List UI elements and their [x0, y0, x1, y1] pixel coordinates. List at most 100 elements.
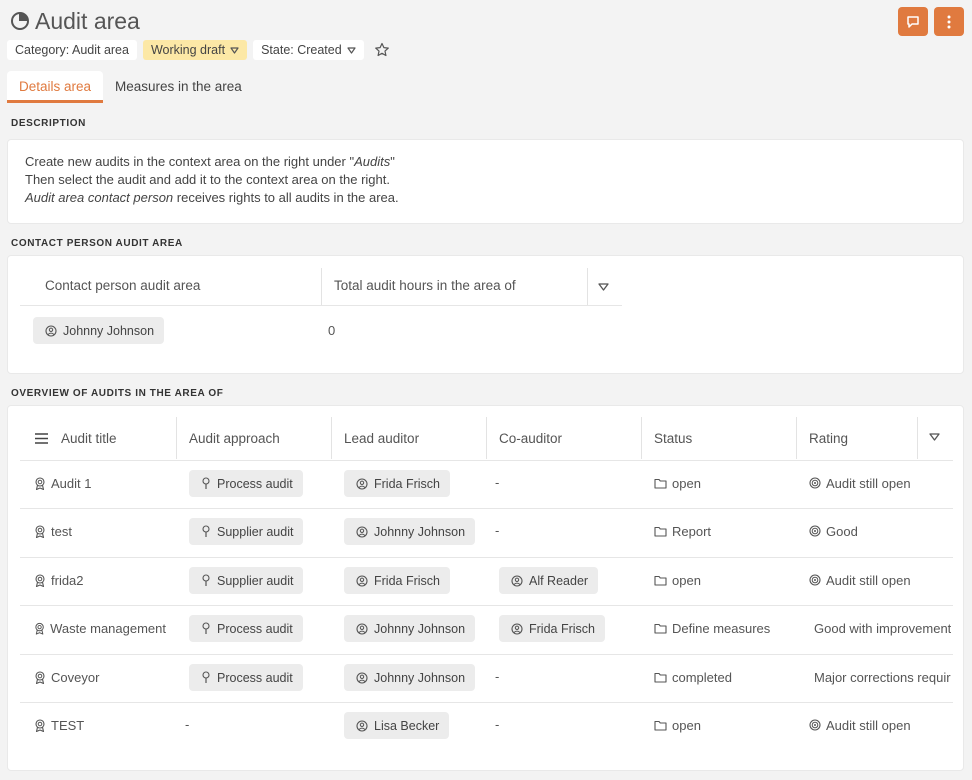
target-icon [809, 525, 821, 537]
lead-auditor-pill[interactable]: Frida Frisch [344, 567, 450, 594]
row-divider [20, 508, 953, 509]
row-divider [20, 605, 953, 606]
user-circle-icon [356, 574, 368, 587]
co-auditor-cell: - [495, 523, 500, 538]
user-circle-icon [45, 324, 57, 337]
status-cell-label: open [672, 475, 701, 491]
audit-approach-pill[interactable]: Supplier audit [189, 567, 304, 594]
hamburger-menu-icon[interactable] [35, 433, 48, 444]
column-menu-icon[interactable] [929, 433, 940, 441]
draft-chip-label: Working draft [150, 43, 226, 57]
rating-cell-label: Audit still open [826, 572, 911, 588]
col-audit-title[interactable]: Audit title [61, 431, 117, 446]
contact-person-name: Johnny Johnson [63, 323, 155, 338]
audit-approach-pill[interactable]: Process audit [189, 615, 303, 642]
rating-cell: Good [809, 522, 951, 540]
col-lead-auditor[interactable]: Lead auditor [344, 431, 419, 446]
lead-auditor-pill[interactable]: Frida Frisch [344, 470, 450, 497]
column-menu-icon[interactable] [598, 283, 609, 291]
lead-auditor-pill[interactable]: Johnny Johnson [344, 664, 476, 691]
col-rating[interactable]: Rating [809, 431, 848, 446]
hours-column-header[interactable]: Total audit hours in the area of [334, 278, 516, 293]
pin-icon [202, 671, 210, 683]
co-auditor-pill[interactable]: Alf Reader [499, 567, 599, 594]
contact-column-header[interactable]: Contact person audit area [45, 278, 200, 293]
lead-auditor-pill-label: Johnny Johnson [374, 670, 466, 685]
audit-approach-pill[interactable]: Process audit [189, 470, 303, 497]
col-audit-approach[interactable]: Audit approach [189, 431, 280, 446]
co-auditor-pill[interactable]: Frida Frisch [499, 615, 605, 642]
category-chip[interactable]: Category: Audit area [7, 40, 137, 60]
folder-icon [654, 526, 667, 537]
audit-title-cell-label: Audit 1 [51, 475, 92, 491]
status-cell: completed [654, 668, 794, 686]
caret-down-icon [230, 46, 239, 54]
rating-cell: Good with improvements [809, 619, 951, 637]
tab-details-area[interactable]: Details area [7, 71, 103, 103]
chat-icon [907, 15, 919, 28]
audit-title-cell-label: Coveyor [51, 669, 100, 685]
status-cell: open [654, 571, 794, 589]
column-divider [321, 268, 322, 305]
working-draft-chip[interactable]: Working draft [142, 40, 248, 60]
folder-icon [654, 720, 667, 731]
user-circle-icon [356, 719, 368, 732]
caret-down-icon [347, 46, 356, 54]
award-icon [35, 573, 45, 587]
co-auditor-pill-label: Frida Frisch [529, 621, 595, 636]
target-icon [809, 574, 821, 586]
audit-approach-cell: - [185, 717, 190, 732]
header-chips: Category: Audit area Working draft State… [7, 40, 390, 60]
lead-auditor-pill[interactable]: Lisa Becker [344, 712, 450, 739]
col-co-auditor[interactable]: Co-auditor [499, 431, 562, 446]
overview-section-label: OVERVIEW OF AUDITS IN THE AREA OF [11, 388, 224, 399]
audit-approach-pill-label: Process audit [217, 670, 293, 685]
rating-cell-label: Good [826, 523, 858, 539]
folder-icon [654, 575, 667, 586]
star-icon[interactable] [374, 42, 390, 58]
status-cell-label: open [672, 572, 701, 588]
more-vertical-icon [947, 15, 951, 28]
rating-cell-label: Good with improvements [814, 620, 951, 636]
status-cell-label: completed [672, 669, 732, 685]
column-divider [587, 268, 588, 305]
row-divider [20, 702, 953, 703]
rating-cell: Audit still open [809, 716, 951, 734]
user-circle-icon [356, 525, 368, 538]
rating-cell-label: Audit still open [826, 717, 911, 733]
state-chip[interactable]: State: Created [253, 40, 364, 60]
status-cell: open [654, 474, 794, 492]
user-circle-icon [511, 622, 523, 635]
award-icon [35, 524, 45, 538]
tab-label: Details area [18, 79, 92, 94]
audit-approach-pill[interactable]: Process audit [189, 664, 303, 691]
more-options-button[interactable] [934, 7, 964, 36]
contact-person-pill[interactable]: Johnny Johnson [33, 317, 165, 344]
audit-title-cell: Audit 1 [34, 474, 166, 492]
column-divider [641, 417, 642, 459]
table-header-divider [20, 305, 622, 306]
column-divider [331, 417, 332, 459]
audit-approach-pill-label: Process audit [217, 476, 293, 491]
comment-button[interactable] [898, 7, 928, 36]
category-chip-label: Category: Audit area [15, 43, 129, 57]
lead-auditor-pill[interactable]: Johnny Johnson [344, 518, 476, 545]
tab-measures-in-area[interactable]: Measures in the area [103, 71, 254, 103]
column-divider [176, 417, 177, 459]
row-divider [20, 654, 953, 655]
page-title: Audit area [35, 8, 140, 34]
folder-icon [654, 623, 667, 634]
co-auditor-cell: - [495, 717, 500, 732]
rating-cell: Audit still open [809, 474, 951, 492]
audit-title-cell-label: TEST [51, 717, 85, 733]
award-icon [35, 622, 44, 635]
status-cell-label: Report [672, 523, 712, 539]
audit-approach-pill[interactable]: Supplier audit [189, 518, 304, 545]
status-cell: Report [654, 522, 794, 540]
lead-auditor-pill[interactable]: Johnny Johnson [344, 615, 476, 642]
col-status[interactable]: Status [654, 431, 692, 446]
user-circle-icon [356, 622, 368, 635]
tab-label: Measures in the area [115, 79, 242, 94]
lead-auditor-pill-label: Johnny Johnson [374, 621, 466, 636]
description-section-label: DESCRIPTION [11, 118, 86, 129]
